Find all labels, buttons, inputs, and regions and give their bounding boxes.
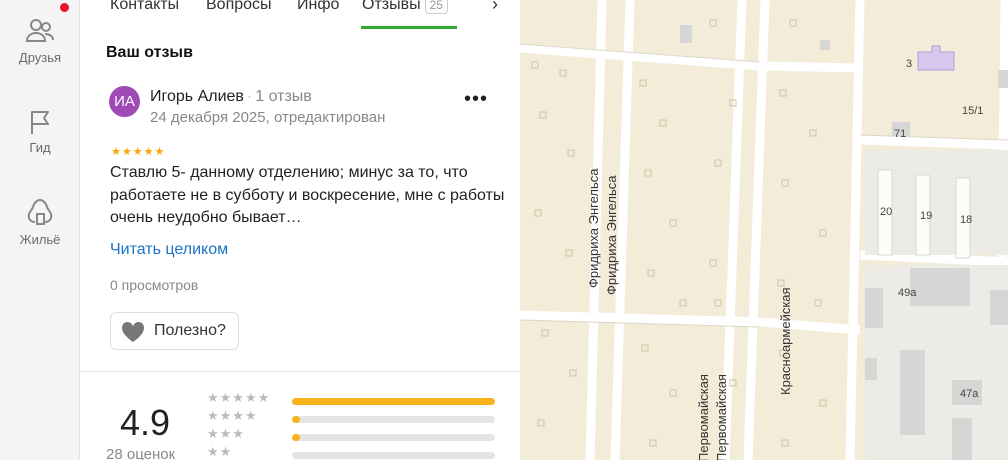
nav-item-guide[interactable]: Гид (0, 108, 80, 155)
tab-contacts[interactable]: Контакты (110, 0, 179, 14)
tab-info[interactable]: Инфо (297, 0, 339, 14)
organization-panel: Контакты Вопросы Инфо Отзывы 25 › Ваш отз… (80, 0, 520, 460)
author-review-count: 1 отзыв (255, 88, 312, 105)
nav-label-guide: Гид (29, 140, 51, 155)
distribution-stars: ★★★ (207, 426, 245, 441)
review-author-name[interactable]: Игорь Алиев (150, 88, 244, 105)
read-all-link[interactable]: Читать целиком (110, 241, 228, 259)
avatar[interactable]: ИА (109, 86, 140, 117)
tree-house-icon (27, 198, 53, 225)
tab-reviews-count: 25 (424, 0, 448, 14)
distribution-stars: ★★★★ (207, 408, 258, 423)
nav-item-friends[interactable]: Друзья (0, 16, 80, 65)
distribution-bar (292, 398, 495, 405)
house-number-3: 3 (906, 58, 913, 70)
house-number-47a: 47а (960, 388, 979, 400)
friends-icon (25, 19, 54, 42)
left-navigation: Друзья Гид Жильё (0, 0, 80, 460)
tab-reviews[interactable]: Отзывы 25 (362, 0, 448, 14)
distribution-bar-fill (292, 434, 300, 441)
nav-item-housing[interactable]: Жильё (0, 196, 80, 247)
rating-value: 4.9 (120, 402, 171, 443)
house-number-18: 18 (960, 214, 973, 226)
distribution-stars: ★★★★★ (207, 390, 271, 405)
your-review-title: Ваш отзыв (106, 44, 193, 61)
street-label-engels-1: Фридриха Энгельса (586, 168, 601, 288)
distribution-bar-fill (292, 398, 495, 405)
distribution-bar (292, 452, 495, 459)
street-label-pervomayskaya-2: Первомайская (714, 374, 729, 460)
tab-questions[interactable]: Вопросы (206, 0, 272, 14)
street-label-pervomayskaya-1: Первомайская (696, 374, 711, 460)
distribution-stars: ★★ (207, 444, 233, 459)
street-label-krasnoarmeyskaya: Красноармейская (778, 287, 793, 395)
active-tab-indicator (361, 26, 457, 29)
heart-icon (121, 321, 145, 342)
distribution-bar-fill (292, 416, 300, 423)
review-stars: ★★★★★ (111, 146, 166, 158)
section-divider (80, 371, 520, 372)
house-number-15-1: 15/1 (962, 105, 984, 117)
review-author-line: Игорь Алиев · 1 отзыв (150, 88, 312, 106)
notification-dot (60, 3, 69, 12)
tabs-bar: Контакты Вопросы Инфо Отзывы 25 › (80, 0, 520, 30)
review-text: Ставлю 5- данному отделению; минус за то… (110, 164, 505, 226)
nav-label-friends: Друзья (18, 50, 62, 65)
nav-label-housing: Жильё (19, 232, 61, 247)
house-number-71: 71 (894, 128, 907, 140)
tabs-scroll-right-icon[interactable]: › (492, 0, 498, 15)
house-number-19: 19 (920, 210, 933, 222)
useful-button[interactable]: Полезно? (110, 312, 239, 350)
house-number-20: 20 (880, 206, 893, 218)
views-count: 0 просмотров (110, 277, 199, 293)
review-date: 24 декабря 2025, отредактирован (150, 109, 386, 126)
distribution-bar (292, 434, 495, 441)
tab-reviews-label: Отзывы (362, 0, 421, 13)
house-number-49a: 49а (898, 287, 917, 299)
more-options-icon[interactable]: ••• (464, 88, 488, 111)
flag-icon (31, 111, 49, 134)
distribution-bar (292, 416, 495, 423)
useful-button-label: Полезно? (154, 322, 226, 339)
rating-count: 28 оценок (106, 446, 176, 460)
map-view[interactable]: Фридриха Энгельса Фридриха Энгельса Крас… (520, 0, 1008, 460)
separator-dot: · (246, 88, 253, 105)
street-label-engels-2: Фридриха Энгельса (604, 175, 619, 295)
